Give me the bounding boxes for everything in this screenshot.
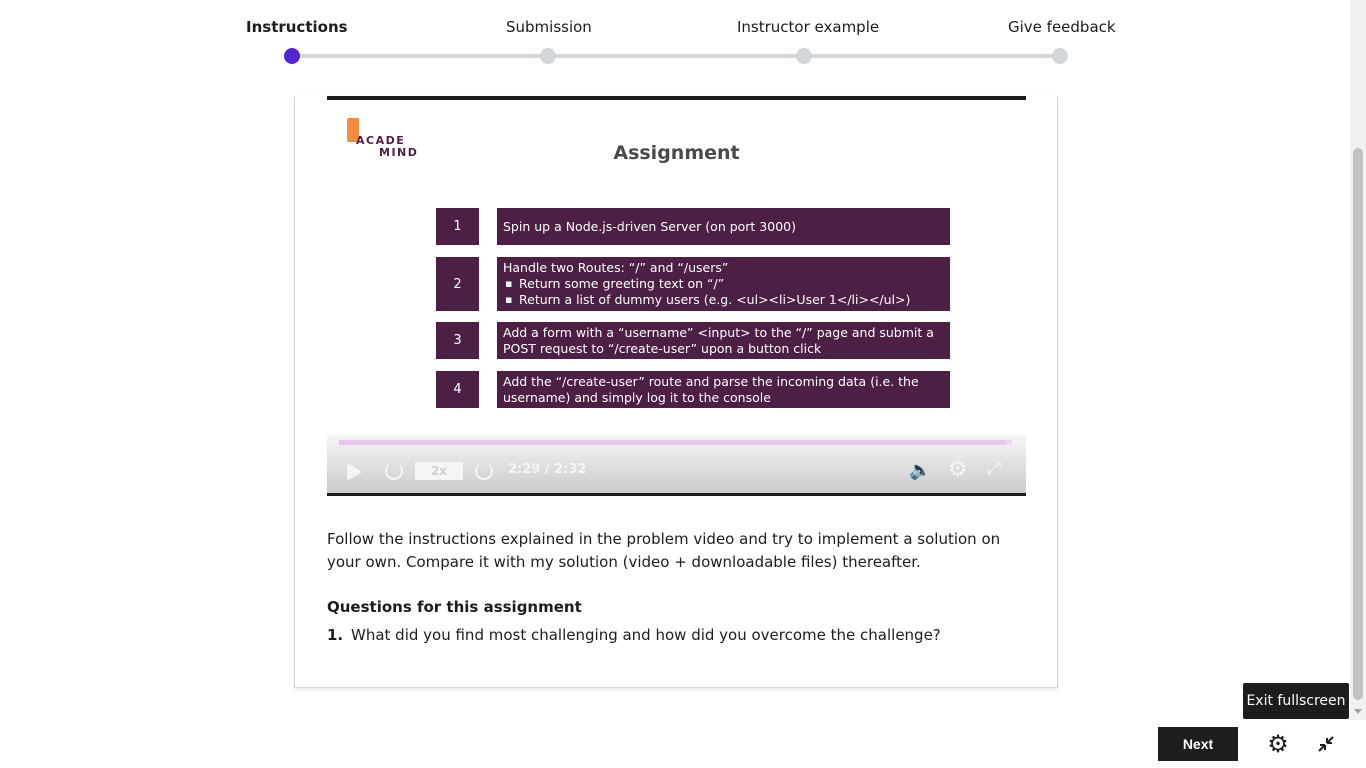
- step-2-bullet: Return a list of dummy users (e.g. <ul><…: [503, 292, 944, 308]
- step-number-1: 1: [436, 208, 479, 245]
- step-text-3-main: Add a form with a “username” <input> to …: [503, 324, 934, 356]
- step-number-4: 4: [436, 371, 479, 408]
- step-submission[interactable]: Submission: [506, 18, 592, 36]
- gear-icon[interactable]: ⚙: [948, 459, 968, 481]
- questions-heading: Questions for this assignment: [327, 598, 582, 616]
- volume-icon[interactable]: 🔈: [909, 462, 931, 480]
- step-give-feedback[interactable]: Give feedback: [1008, 18, 1116, 36]
- scrollbar-thumb[interactable]: [1353, 148, 1363, 700]
- step-instructor-example[interactable]: Instructor example: [737, 18, 879, 36]
- video-progress-bar[interactable]: [339, 440, 1012, 445]
- scroll-down-arrow-icon[interactable]: [1354, 709, 1362, 714]
- step-text-3: Add a form with a “username” <input> to …: [497, 322, 950, 359]
- rewind-icon[interactable]: [385, 462, 403, 480]
- step-2-bullet: Return some greeting text on “/”: [503, 276, 944, 292]
- video-player[interactable]: ACADE MIND Assignment 1 Spin up a Node.j…: [327, 96, 1026, 496]
- question-text: What did you find most challenging and h…: [351, 626, 941, 644]
- step-number-2: 2: [436, 257, 479, 311]
- fullscreen-icon[interactable]: ⤢: [987, 460, 1001, 478]
- assignment-description: Follow the instructions explained in the…: [327, 530, 1001, 571]
- progress-stepper: Instructions Submission Instructor examp…: [0, 0, 1350, 96]
- step-dot-instructor-example[interactable]: [796, 48, 812, 64]
- step-text-4: Add the “/create-user” route and parse t…: [497, 371, 950, 408]
- video-progress-fill: [339, 440, 1006, 445]
- step-instructions[interactable]: Instructions: [246, 18, 348, 36]
- page-scrollbar[interactable]: [1350, 0, 1366, 720]
- step-dot-give-feedback[interactable]: [1052, 48, 1068, 64]
- step-text-1-main: Spin up a Node.js-driven Server (on port…: [503, 218, 796, 234]
- question-item: 1. What did you find most challenging an…: [327, 626, 941, 644]
- playback-speed-button[interactable]: 2x: [415, 462, 463, 480]
- next-button[interactable]: Next: [1158, 727, 1238, 761]
- step-text-4-main: Add the “/create-user” route and parse t…: [503, 373, 919, 405]
- gear-icon[interactable]: ⚙: [1264, 729, 1292, 759]
- step-text-1: Spin up a Node.js-driven Server (on port…: [497, 208, 950, 245]
- step-dot-submission[interactable]: [540, 48, 556, 64]
- exit-fullscreen-tooltip: Exit fullscreen: [1243, 683, 1349, 719]
- forward-icon[interactable]: [475, 462, 493, 480]
- video-time: 2:29 / 2:32: [508, 462, 587, 477]
- question-number: 1.: [327, 626, 344, 644]
- play-icon[interactable]: [347, 463, 362, 481]
- step-text-2: Handle two Routes: “/” and “/users” Retu…: [497, 257, 950, 311]
- step-number-3: 3: [436, 322, 479, 359]
- slide-title: Assignment: [613, 142, 740, 164]
- player-controls: 2x 2:29 / 2:32 🔈 ⚙ ⤢: [327, 435, 1026, 493]
- assignment-card: ACADE MIND Assignment 1 Spin up a Node.j…: [294, 96, 1058, 688]
- stepper-track: [292, 54, 1060, 58]
- step-dot-instructions[interactable]: [284, 48, 300, 64]
- step-2-bullets: Return some greeting text on “/” Return …: [503, 276, 944, 308]
- step-text-2-main: Handle two Routes: “/” and “/users”: [503, 260, 729, 275]
- exit-fullscreen-icon[interactable]: [1312, 729, 1340, 759]
